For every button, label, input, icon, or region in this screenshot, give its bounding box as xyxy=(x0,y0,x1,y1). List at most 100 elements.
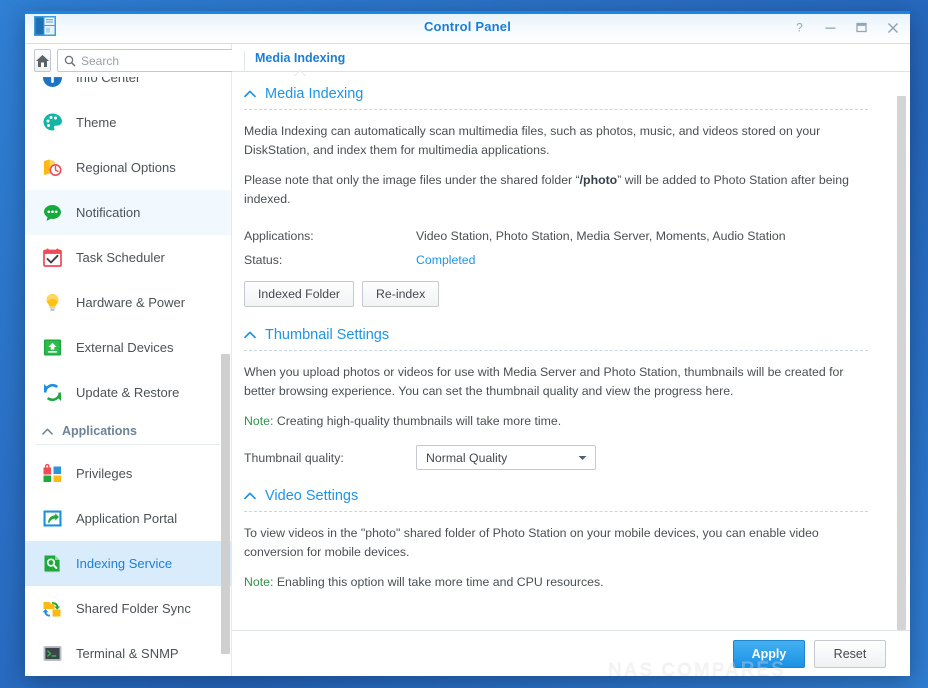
sidebar-item-label: Regional Options xyxy=(76,160,176,175)
video-settings-note: Note: Enabling this option will take mor… xyxy=(244,573,868,592)
privileges-icon xyxy=(43,463,61,482)
sidebar-item-label: Shared Folder Sync xyxy=(76,601,191,616)
maximize-button[interactable] xyxy=(854,20,869,35)
window-titlebar: Control Panel ? xyxy=(25,11,910,44)
chevron-up-icon xyxy=(42,428,53,435)
search-box[interactable] xyxy=(57,49,243,72)
sidebar-item-notification[interactable]: Notification xyxy=(25,190,231,235)
thumbnail-description: When you upload photos or videos for use… xyxy=(244,365,844,399)
indexing-service-icon xyxy=(44,555,60,573)
tab-bar: Media Indexing xyxy=(232,44,910,72)
footer-bar: Apply Reset xyxy=(232,630,910,676)
theme-palette-icon xyxy=(43,113,62,131)
apply-button[interactable]: Apply xyxy=(733,639,805,668)
update-restore-icon xyxy=(44,383,61,402)
task-scheduler-icon xyxy=(43,248,62,267)
tab-media-indexing[interactable]: Media Indexing xyxy=(244,51,355,71)
section-title: Media Indexing xyxy=(265,86,364,102)
home-button[interactable] xyxy=(34,49,51,72)
applications-value: Video Station, Photo Station, Media Serv… xyxy=(416,229,786,244)
sidebar-item-label: Application Portal xyxy=(76,511,178,526)
media-indexing-buttons: Indexed Folder Re-index xyxy=(244,281,868,308)
status-row: Status: Completed xyxy=(244,253,868,267)
note-label: Note: xyxy=(244,414,274,429)
tab-label: Media Indexing xyxy=(255,51,346,65)
sidebar: Info Center Theme xyxy=(25,44,243,676)
terminal-snmp-icon xyxy=(43,646,62,661)
sidebar-item-terminal-snmp[interactable]: Terminal & SNMP xyxy=(25,631,231,676)
sidebar-item-label: Indexing Service xyxy=(76,556,173,571)
photo-note-prefix: Please note that only the image files un… xyxy=(244,173,580,188)
section-header-thumbnail-settings[interactable]: Thumbnail Settings xyxy=(244,327,868,352)
minimize-button[interactable] xyxy=(823,20,838,35)
search-icon xyxy=(64,55,76,67)
control-panel-window: Control Panel ? Search Info Center Theme… xyxy=(25,11,910,676)
sidebar-group-label: Applications xyxy=(62,424,138,438)
help-button[interactable]: ? xyxy=(792,20,807,35)
thumbnail-quality-select[interactable]: Normal Quality xyxy=(416,445,596,471)
content-scrollbar-thumb[interactable] xyxy=(897,96,906,630)
sidebar-item-label: External Devices xyxy=(76,340,174,355)
photo-path: /photo xyxy=(579,173,618,188)
sidebar-item-shared-folder-sync[interactable]: Shared Folder Sync xyxy=(25,586,231,631)
chevron-up-icon xyxy=(244,90,256,98)
window-controls: ? xyxy=(792,11,900,44)
sidebar-item-label: Hardware & Power xyxy=(76,295,186,310)
thumbnail-quality-label: Thumbnail quality: xyxy=(244,450,344,465)
section-title: Thumbnail Settings xyxy=(265,327,390,344)
thumbnail-quality-value: Normal Quality xyxy=(426,450,508,465)
sidebar-item-label: Info Center xyxy=(76,77,141,85)
chevron-down-icon xyxy=(578,455,587,460)
sidebar-item-label: Task Scheduler xyxy=(76,250,165,265)
shared-folder-sync-icon xyxy=(42,602,61,617)
svg-text:?: ? xyxy=(796,21,803,34)
media-indexing-description: Media Indexing can automatically scan mu… xyxy=(244,124,821,158)
sidebar-scrollbar-thumb[interactable] xyxy=(221,354,230,654)
section-header-media-indexing[interactable]: Media Indexing xyxy=(244,86,868,110)
sidebar-item-theme[interactable]: Theme xyxy=(25,100,231,145)
sidebar-item-application-portal[interactable]: Application Portal xyxy=(25,496,231,541)
home-icon xyxy=(36,54,49,67)
chevron-up-icon xyxy=(244,331,256,339)
sidebar-group-applications[interactable]: Applications xyxy=(36,418,220,445)
note-label: Note: xyxy=(244,575,274,590)
sidebar-item-update-restore[interactable]: Update & Restore xyxy=(25,370,231,415)
sidebar-item-info-center[interactable]: Info Center xyxy=(25,77,231,100)
sidebar-item-hardware-power[interactable]: Hardware & Power xyxy=(25,280,231,325)
sidebar-item-label: Update & Restore xyxy=(76,385,180,400)
note-text: Enabling this option will take more time… xyxy=(273,575,604,590)
status-label: Status: xyxy=(244,253,283,268)
status-value: Completed xyxy=(416,253,476,268)
sidebar-item-label: Theme xyxy=(76,115,117,130)
section-header-video-settings[interactable]: Video Settings xyxy=(244,488,868,513)
info-center-icon xyxy=(43,77,62,87)
search-input[interactable] xyxy=(81,53,236,68)
reset-button[interactable]: Reset xyxy=(814,639,886,668)
window-title: Control Panel xyxy=(423,19,512,34)
sidebar-toolbar xyxy=(25,44,243,77)
reindex-button[interactable]: Re-index xyxy=(362,281,440,308)
media-indexing-photo-note: Please note that only the image files un… xyxy=(244,171,868,209)
video-settings-description: To view videos in the "photo" shared fol… xyxy=(244,526,819,560)
sidebar-item-task-scheduler[interactable]: Task Scheduler xyxy=(25,235,231,280)
sidebar-item-label: Terminal & SNMP xyxy=(76,646,179,661)
indexed-folder-button[interactable]: Indexed Folder xyxy=(244,281,355,308)
sidebar-item-external-devices[interactable]: External Devices xyxy=(25,325,231,370)
sidebar-item-privileges[interactable]: Privileges xyxy=(25,451,231,496)
applications-row: Applications: Video Station, Photo Stati… xyxy=(244,229,868,243)
sidebar-item-indexing-service[interactable]: Indexing Service xyxy=(25,541,231,586)
sidebar-item-regional-options[interactable]: Regional Options xyxy=(25,145,231,190)
sidebar-item-label: Privileges xyxy=(76,466,133,481)
section-title: Video Settings xyxy=(265,488,359,505)
settings-pane: Media Indexing Media Indexing can automa… xyxy=(232,72,910,630)
thumbnail-quality-row: Thumbnail quality: Normal Quality xyxy=(244,445,868,471)
thumbnail-note: Note: Creating high-quality thumbnails w… xyxy=(244,412,868,431)
sidebar-scroll-area: Info Center Theme Regional Options Notif… xyxy=(25,77,231,676)
sidebar-item-label: Notification xyxy=(76,205,141,220)
note-text: Creating high-quality thumbnails will ta… xyxy=(273,414,562,429)
applications-label: Applications: xyxy=(244,229,314,244)
close-button[interactable] xyxy=(885,20,900,35)
application-portal-icon xyxy=(43,510,62,527)
notification-icon xyxy=(44,205,61,221)
chevron-up-icon xyxy=(244,492,256,500)
